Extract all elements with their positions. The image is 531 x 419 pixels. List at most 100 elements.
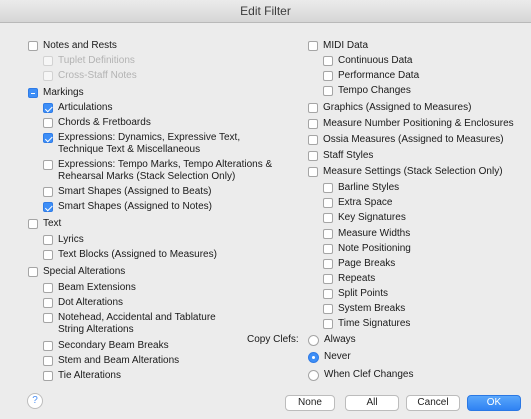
checkbox-label: Ossia Measures (Assigned to Measures): [323, 134, 504, 145]
checkbox-box-mixed[interactable]: [28, 88, 38, 98]
checkbox-label: Beam Extensions: [58, 282, 136, 293]
checkbox-label: Measure Number Positioning & Enclosures: [323, 118, 514, 129]
radio-button-selected[interactable]: [308, 351, 319, 363]
checkbox-box[interactable]: [43, 298, 53, 308]
checkbox-expressions-dynamics[interactable]: Expressions: Dynamics, Expressive Text, …: [43, 132, 268, 156]
none-button[interactable]: None: [285, 395, 335, 411]
radio-button[interactable]: [308, 334, 319, 346]
checkbox-system-breaks[interactable]: System Breaks: [323, 303, 405, 315]
checkbox-box[interactable]: [43, 235, 53, 245]
checkbox-stem-beam-alterations[interactable]: Stem and Beam Alterations: [43, 355, 179, 367]
checkbox-label: Smart Shapes (Assigned to Beats): [58, 186, 212, 197]
checkbox-chords-fretboards[interactable]: Chords & Fretboards: [43, 117, 151, 129]
checkbox-text[interactable]: Text: [28, 218, 61, 230]
checkbox-secondary-beam-breaks[interactable]: Secondary Beam Breaks: [43, 340, 169, 352]
checkbox-graphics[interactable]: Graphics (Assigned to Measures): [308, 102, 471, 114]
checkbox-label: Text Blocks (Assigned to Measures): [58, 249, 217, 260]
checkbox-extra-space[interactable]: Extra Space: [323, 197, 392, 209]
checkbox-box-checked[interactable]: [43, 103, 53, 113]
checkbox-box[interactable]: [43, 118, 53, 128]
checkbox-box[interactable]: [43, 160, 53, 170]
checkbox-label: Barline Styles: [338, 182, 400, 193]
window-title: Edit Filter: [0, 0, 531, 23]
checkbox-box[interactable]: [43, 187, 53, 197]
checkbox-note-positioning[interactable]: Note Positioning: [323, 243, 411, 255]
checkbox-box[interactable]: [308, 119, 318, 129]
checkbox-box[interactable]: [43, 356, 53, 366]
checkbox-time-signatures[interactable]: Time Signatures: [323, 318, 410, 330]
help-icon[interactable]: ?: [27, 393, 43, 409]
checkbox-lyrics[interactable]: Lyrics: [43, 234, 84, 246]
radio-when-clef-changes[interactable]: When Clef Changes: [308, 369, 414, 381]
checkbox-box[interactable]: [323, 274, 333, 284]
checkbox-box[interactable]: [308, 103, 318, 113]
checkbox-box[interactable]: [323, 213, 333, 223]
checkbox-continuous-data[interactable]: Continuous Data: [323, 55, 413, 67]
checkbox-box[interactable]: [43, 283, 53, 293]
checkbox-box[interactable]: [28, 267, 38, 277]
checkbox-ossia-measures[interactable]: Ossia Measures (Assigned to Measures): [308, 134, 504, 146]
checkbox-repeats[interactable]: Repeats: [323, 273, 375, 285]
checkbox-box[interactable]: [28, 41, 38, 51]
checkbox-tie-alterations[interactable]: Tie Alterations: [43, 370, 121, 382]
all-button[interactable]: All: [345, 395, 399, 411]
radio-never[interactable]: Never: [308, 351, 351, 363]
checkbox-label: System Breaks: [338, 303, 406, 314]
checkbox-measure-settings[interactable]: Measure Settings (Stack Selection Only): [308, 166, 503, 178]
checkbox-box[interactable]: [323, 198, 333, 208]
checkbox-performance-data[interactable]: Performance Data: [323, 70, 419, 82]
checkbox-measure-widths[interactable]: Measure Widths: [323, 228, 410, 240]
checkbox-box[interactable]: [323, 304, 333, 314]
checkbox-label: Expressions: Dynamics, Expressive Text, …: [58, 132, 241, 155]
checkbox-box[interactable]: [308, 135, 318, 145]
checkbox-barline-styles[interactable]: Barline Styles: [323, 182, 399, 194]
checkbox-notehead-alterations[interactable]: Notehead, Accidental and Tablature Strin…: [43, 312, 218, 336]
checkbox-label: Expressions: Tempo Marks, Tempo Alterati…: [58, 159, 273, 182]
checkbox-box[interactable]: [323, 289, 333, 299]
radio-label: Never: [324, 351, 351, 362]
checkbox-box[interactable]: [308, 167, 318, 177]
checkbox-box[interactable]: [323, 183, 333, 193]
checkbox-box[interactable]: [323, 56, 333, 66]
checkbox-beam-extensions[interactable]: Beam Extensions: [43, 282, 136, 294]
checkbox-tempo-changes[interactable]: Tempo Changes: [323, 85, 411, 97]
checkbox-label: Dot Alterations: [58, 297, 124, 308]
checkbox-notes-and-rests[interactable]: Notes and Rests: [28, 40, 117, 52]
checkbox-box[interactable]: [323, 244, 333, 254]
checkbox-box-checked[interactable]: [43, 133, 53, 143]
checkbox-smart-shapes-beats[interactable]: Smart Shapes (Assigned to Beats): [43, 186, 211, 198]
checkbox-staff-styles[interactable]: Staff Styles: [308, 150, 373, 162]
checkbox-box[interactable]: [28, 219, 38, 229]
checkbox-text-blocks[interactable]: Text Blocks (Assigned to Measures): [43, 249, 217, 261]
checkbox-box[interactable]: [43, 341, 53, 351]
checkbox-special-alterations[interactable]: Special Alterations: [28, 266, 125, 278]
checkbox-box[interactable]: [308, 41, 318, 51]
checkbox-label: Extra Space: [338, 197, 393, 208]
checkbox-box[interactable]: [323, 259, 333, 269]
checkbox-box: [43, 56, 53, 66]
checkbox-expressions-tempo[interactable]: Expressions: Tempo Marks, Tempo Alterati…: [43, 159, 298, 183]
ok-button[interactable]: OK: [467, 395, 521, 411]
checkbox-dot-alterations[interactable]: Dot Alterations: [43, 297, 123, 309]
checkbox-box[interactable]: [323, 86, 333, 96]
checkbox-box[interactable]: [323, 71, 333, 81]
checkbox-box[interactable]: [43, 313, 53, 323]
checkbox-page-breaks[interactable]: Page Breaks: [323, 258, 395, 270]
checkbox-markings[interactable]: Markings: [28, 87, 84, 99]
checkbox-articulations[interactable]: Articulations: [43, 102, 112, 114]
cancel-button[interactable]: Cancel: [406, 395, 460, 411]
checkbox-measure-number-positioning[interactable]: Measure Number Positioning & Enclosures: [308, 118, 514, 130]
checkbox-midi-data[interactable]: MIDI Data: [308, 40, 368, 52]
checkbox-box[interactable]: [43, 371, 53, 381]
checkbox-box[interactable]: [323, 229, 333, 239]
checkbox-box[interactable]: [308, 151, 318, 161]
radio-always[interactable]: Always: [308, 334, 356, 346]
radio-button[interactable]: [308, 369, 319, 381]
checkbox-smart-shapes-notes[interactable]: Smart Shapes (Assigned to Notes): [43, 201, 212, 213]
checkbox-box-checked[interactable]: [43, 202, 53, 212]
checkbox-label: Key Signatures: [338, 212, 406, 223]
checkbox-key-signatures[interactable]: Key Signatures: [323, 212, 406, 224]
checkbox-split-points[interactable]: Split Points: [323, 288, 388, 300]
checkbox-box[interactable]: [323, 319, 333, 329]
checkbox-box[interactable]: [43, 250, 53, 260]
